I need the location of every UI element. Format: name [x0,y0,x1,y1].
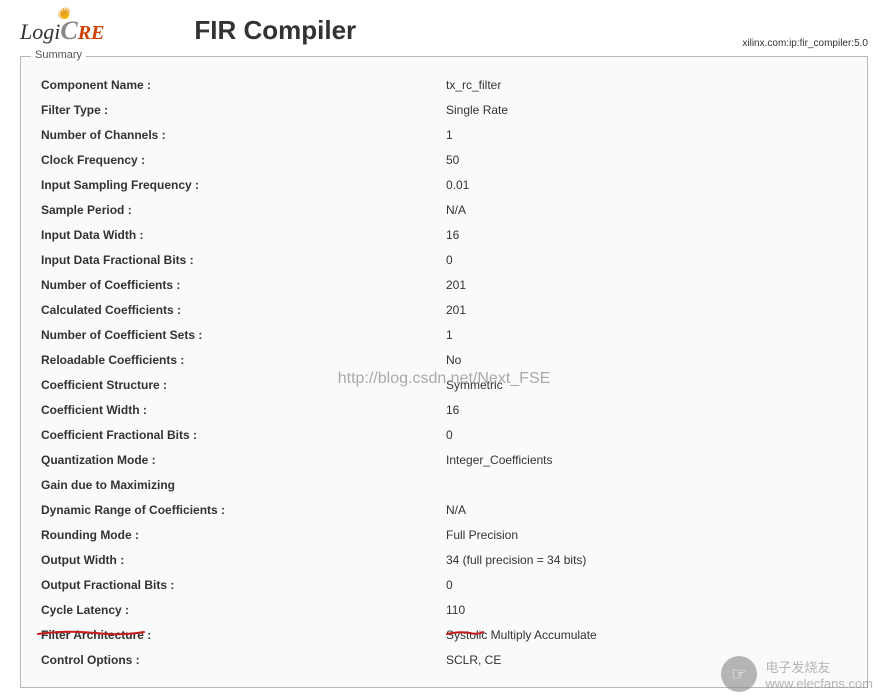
summary-row-label: Input Data Width : [36,222,446,247]
summary-row-label: Input Sampling Frequency : [36,172,446,197]
summary-row-label: Filter Architecture : [36,622,446,647]
hand-cursor-icon: ☞ [721,656,757,692]
table-row: Output Width :34 (full precision = 34 bi… [36,547,852,572]
summary-row-label: Gain due to Maximizing [36,472,446,497]
summary-row-value: 0 [446,572,852,597]
watermark-corner-text-top: 电子发烧友 [765,657,873,676]
table-row: Quantization Mode :Integer_Coefficients [36,447,852,472]
table-row: Reloadable Coefficients :No [36,347,852,372]
table-row: Clock Frequency :50 [36,147,852,172]
summary-row-label: Filter Type : [36,97,446,122]
page-title: FIR Compiler [194,15,742,46]
summary-row-label: Coefficient Width : [36,397,446,422]
table-row: Cycle Latency :110 [36,597,852,622]
summary-row-value: No [446,347,852,372]
table-row: Filter Type :Single Rate [36,97,852,122]
summary-panel: Summary Component Name :tx_rc_filterFilt… [20,56,868,688]
summary-row-label: Coefficient Structure : [36,372,446,397]
summary-row-value: N/A [446,197,852,222]
table-row: Input Data Width :16 [36,222,852,247]
summary-row-label: Dynamic Range of Coefficients : [36,497,446,522]
summary-row-label: Calculated Coefficients : [36,297,446,322]
summary-row-label: Input Data Fractional Bits : [36,247,446,272]
summary-row-value: 201 [446,297,852,322]
summary-row-value: 1 [446,122,852,147]
table-row: Sample Period :N/A [36,197,852,222]
table-row: Dynamic Range of Coefficients :N/A [36,497,852,522]
ip-path-text: xilinx.com:ip:fir_compiler:5.0 [742,38,868,51]
header: LogiCRE FIR Compiler xilinx.com:ip:fir_c… [0,0,888,56]
summary-row-value: tx_rc_filter [446,72,852,97]
table-row: Coefficient Structure :Symmetric [36,372,852,397]
summary-row-value: Single Rate [446,97,852,122]
watermark-corner: ☞ 电子发烧友 www.elecfans.com [721,656,873,692]
table-row: Rounding Mode :Full Precision [36,522,852,547]
table-row: Input Data Fractional Bits :0 [36,247,852,272]
logicore-logo: LogiCRE [20,16,104,46]
table-row: Calculated Coefficients :201 [36,297,852,322]
summary-row-value: 201 [446,272,852,297]
summary-row-value [446,472,852,497]
table-row: Number of Channels :1 [36,122,852,147]
summary-row-value: 0 [446,247,852,272]
table-row: Coefficient Fractional Bits :0 [36,422,852,447]
summary-row-value: Integer_Coefficients [446,447,852,472]
summary-row-value: 0 [446,422,852,447]
summary-row-value: 16 [446,222,852,247]
summary-row-label: Number of Coefficients : [36,272,446,297]
summary-row-value: 0.01 [446,172,852,197]
summary-row-label: Output Width : [36,547,446,572]
summary-row-label: Number of Coefficient Sets : [36,322,446,347]
summary-row-label: Coefficient Fractional Bits : [36,422,446,447]
logo-re: RE [78,22,105,44]
table-row: Gain due to Maximizing [36,472,852,497]
summary-row-value: N/A [446,497,852,522]
summary-row-value: Full Precision [446,522,852,547]
summary-row-value: 34 (full precision = 34 bits) [446,547,852,572]
summary-row-label: Output Fractional Bits : [36,572,446,597]
logo-logi: Logi [20,19,60,44]
summary-table: Component Name :tx_rc_filterFilter Type … [36,72,852,672]
summary-row-value: 110 [446,597,852,622]
summary-row-label: Number of Channels : [36,122,446,147]
summary-legend: Summary [31,49,86,61]
table-row: Number of Coefficient Sets :1 [36,322,852,347]
summary-row-value: 50 [446,147,852,172]
table-row: Input Sampling Frequency :0.01 [36,172,852,197]
summary-row-label: Quantization Mode : [36,447,446,472]
summary-row-label: Clock Frequency : [36,147,446,172]
summary-row-label: Rounding Mode : [36,522,446,547]
summary-row-value: Systolic Multiply Accumulate [446,622,852,647]
table-row: Number of Coefficients :201 [36,272,852,297]
summary-row-label: Control Options : [36,647,446,672]
summary-row-label: Reloadable Coefficients : [36,347,446,372]
summary-row-value: 16 [446,397,852,422]
table-row: Component Name :tx_rc_filter [36,72,852,97]
table-row: Coefficient Width :16 [36,397,852,422]
summary-row-value: Symmetric [446,372,852,397]
summary-row-label: Component Name : [36,72,446,97]
summary-row-label: Sample Period : [36,197,446,222]
summary-row-label: Cycle Latency : [36,597,446,622]
sun-icon [58,8,72,22]
watermark-corner-text-bottom: www.elecfans.com [765,676,873,691]
table-row: Filter Architecture :Systolic Multiply A… [36,622,852,647]
summary-row-value: 1 [446,322,852,347]
table-row: Output Fractional Bits :0 [36,572,852,597]
